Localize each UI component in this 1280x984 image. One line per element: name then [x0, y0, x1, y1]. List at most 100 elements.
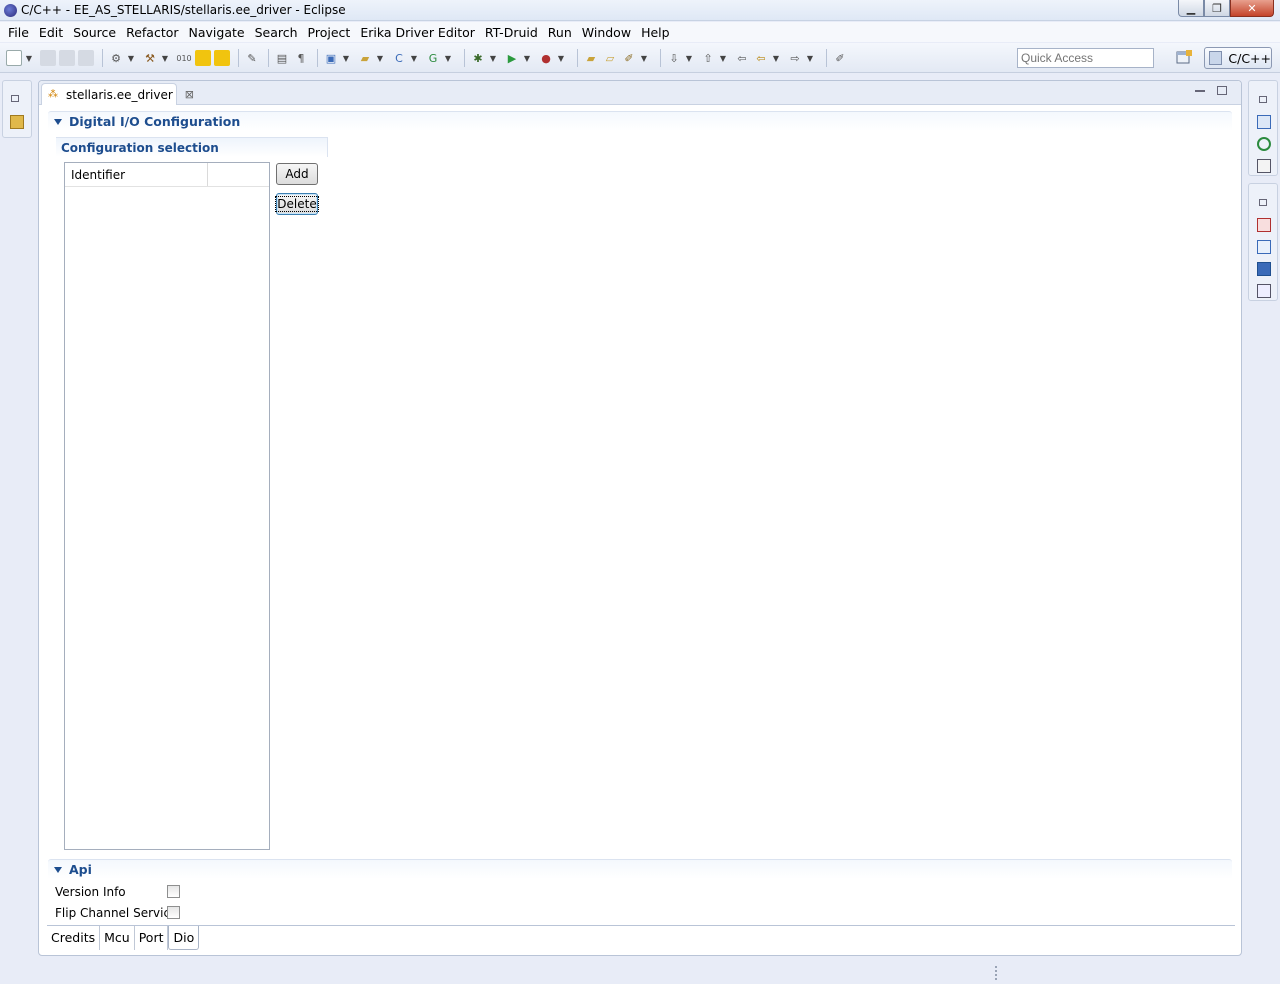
previous-annotation-icon[interactable]: ⇧ [700, 50, 716, 66]
quick-access-input[interactable] [1017, 48, 1154, 68]
project-explorer-icon[interactable] [10, 115, 24, 129]
tab-stellaris-ee-driver[interactable]: ⁂ stellaris.ee_driver ⊠ [41, 83, 194, 105]
tab-port[interactable]: Port [135, 926, 169, 950]
twisty-expanded-icon[interactable] [54, 118, 62, 125]
close-icon[interactable]: ⊠ [185, 88, 194, 101]
cpp-perspective-icon [1209, 51, 1223, 65]
outline-icon[interactable] [1257, 115, 1271, 129]
pin-editor-icon[interactable]: ✐ [832, 50, 848, 66]
search-icon[interactable]: ✐ [621, 50, 637, 66]
new-icon[interactable] [6, 50, 22, 66]
debug-icon[interactable]: ✱ [470, 50, 486, 66]
status-bar-grip[interactable] [995, 966, 997, 980]
external-tools-dropdown-icon[interactable]: ▼ [557, 50, 565, 66]
maximize-view-icon[interactable] [1217, 86, 1227, 95]
new-folder-dropdown-icon[interactable]: ▼ [376, 50, 384, 66]
section-digital-io[interactable]: Digital I/O Configuration [48, 111, 1232, 131]
new-folder-icon[interactable]: ▰ [357, 50, 373, 66]
column-identifier[interactable]: Identifier [65, 163, 208, 186]
run-dropdown-icon[interactable]: ▼ [523, 50, 531, 66]
menu-refactor[interactable]: Refactor [122, 25, 182, 40]
close-window-button[interactable]: ✕ [1230, 0, 1274, 17]
menu-edit[interactable]: Edit [35, 25, 67, 40]
tasks-icon[interactable] [1257, 240, 1271, 254]
menu-help[interactable]: Help [637, 25, 674, 40]
properties-icon[interactable] [1257, 284, 1271, 298]
build-dropdown-icon[interactable]: ▼ [161, 50, 169, 66]
make-target-icon[interactable] [1257, 137, 1271, 151]
show-paragraph-icon[interactable]: ¶ [293, 50, 309, 66]
tab-credits[interactable]: Credits [47, 926, 101, 950]
open-perspective-icon[interactable] [1174, 49, 1194, 67]
save-icon[interactable] [40, 50, 56, 66]
menu-source[interactable]: Source [69, 25, 120, 40]
new-class-dropdown-icon[interactable]: ▼ [444, 50, 452, 66]
section-api[interactable]: Api [48, 859, 1232, 879]
console-icon[interactable] [1257, 262, 1271, 276]
configurations-dropdown-icon[interactable]: ▼ [127, 50, 135, 66]
toggle-right-icon[interactable] [214, 50, 230, 66]
perspective-label: C/C++ [1228, 50, 1271, 66]
menu-erika-driver-editor[interactable]: Erika Driver Editor [356, 25, 479, 40]
maximize-window-button[interactable]: ❐ [1204, 0, 1230, 17]
external-tools-icon[interactable]: ● [538, 50, 554, 66]
toolbar-separator [238, 49, 239, 67]
menu-project[interactable]: Project [304, 25, 355, 40]
debug-dropdown-icon[interactable]: ▼ [489, 50, 497, 66]
restore-icon[interactable] [11, 95, 19, 102]
add-button[interactable]: Add [276, 163, 318, 185]
build-icon[interactable]: ⚒ [142, 50, 158, 66]
version-info-checkbox[interactable] [167, 885, 180, 898]
toolbar-separator [464, 49, 465, 67]
manage-configurations-icon[interactable]: ⚙ [108, 50, 124, 66]
back-icon[interactable]: ⇦ [753, 50, 769, 66]
tab-dio[interactable]: Dio [168, 926, 200, 950]
forward-dropdown-icon[interactable]: ▼ [806, 50, 814, 66]
skip-breakpoints-icon[interactable]: ✎ [244, 50, 260, 66]
forward-icon[interactable]: ⇨ [787, 50, 803, 66]
menu-navigate[interactable]: Navigate [185, 25, 249, 40]
problems-icon[interactable] [1257, 218, 1271, 232]
flip-channel-label: Flip Channel Service [55, 906, 178, 920]
column-blank[interactable] [208, 163, 269, 186]
configuration-table[interactable]: Identifier [64, 162, 270, 850]
minimize-view-icon[interactable] [1195, 90, 1205, 92]
binary-icon[interactable]: 010 [176, 50, 192, 66]
print-icon[interactable] [78, 50, 94, 66]
new-dropdown-icon[interactable]: ▼ [25, 50, 33, 66]
new-class-icon[interactable]: G [425, 50, 441, 66]
save-all-icon[interactable] [59, 50, 75, 66]
perspective-cpp-button[interactable]: C/C++ [1204, 47, 1272, 69]
menu-window[interactable]: Window [578, 25, 635, 40]
tab-mcu[interactable]: Mcu [100, 926, 135, 950]
flip-channel-service-checkbox[interactable] [167, 906, 180, 919]
previous-annotation-dropdown-icon[interactable]: ▼ [719, 50, 727, 66]
new-source-dropdown-icon[interactable]: ▼ [410, 50, 418, 66]
toolbar-separator [660, 49, 661, 67]
toolbar-separator [826, 49, 827, 67]
task-list-icon[interactable] [1257, 159, 1271, 173]
next-annotation-icon[interactable]: ⇩ [666, 50, 682, 66]
search-dropdown-icon[interactable]: ▼ [640, 50, 648, 66]
open-element-icon[interactable]: ▱ [602, 50, 618, 66]
restore-icon[interactable] [1259, 96, 1267, 103]
next-annotation-dropdown-icon[interactable]: ▼ [685, 50, 693, 66]
toggle-left-icon[interactable] [195, 50, 211, 66]
delete-button[interactable]: Delete [275, 193, 319, 215]
version-info-row: Version Info [55, 885, 126, 899]
new-project-icon[interactable]: ▣ [323, 50, 339, 66]
new-source-icon[interactable]: C [391, 50, 407, 66]
back-dropdown-icon[interactable]: ▼ [772, 50, 780, 66]
restore-icon[interactable] [1259, 199, 1267, 206]
menu-rt-druid[interactable]: RT-Druid [481, 25, 542, 40]
new-project-dropdown-icon[interactable]: ▼ [342, 50, 350, 66]
show-whitespace-icon[interactable]: ▤ [274, 50, 290, 66]
run-icon[interactable]: ▶ [504, 50, 520, 66]
last-edit-icon[interactable]: ⇦ [734, 50, 750, 66]
menu-file[interactable]: File [4, 25, 33, 40]
menu-search[interactable]: Search [251, 25, 302, 40]
menu-run[interactable]: Run [544, 25, 576, 40]
twisty-expanded-icon[interactable] [54, 866, 62, 873]
minimize-window-button[interactable]: ▁ [1178, 0, 1204, 17]
open-type-icon[interactable]: ▰ [583, 50, 599, 66]
